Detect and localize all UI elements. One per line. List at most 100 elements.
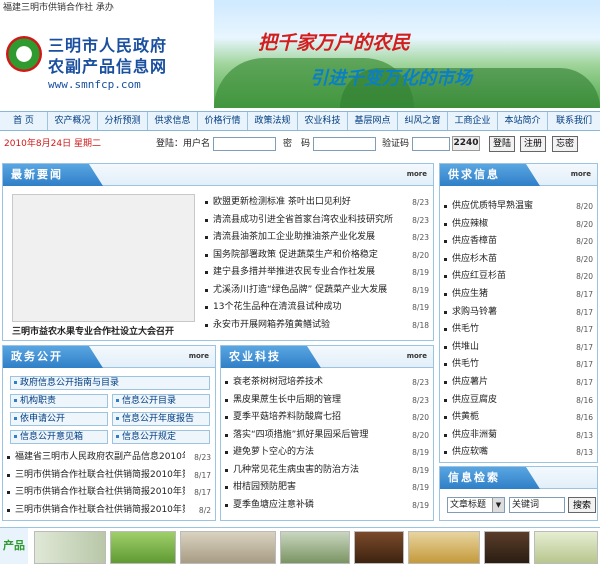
site-logo[interactable]: 三明市人民政府 农副产品信息网 www.smnfcp.com [0,16,214,108]
banner-slogan-2: 引进千变万化的市场 [310,68,472,89]
list-item[interactable]: 供应优质特早熟温蜜 8/20 [440,198,597,216]
news-panel: 最新要闻 more 三明市益农水果专业合作社设立大会召开 欧盟更新检测标准 茶叶… [2,163,434,341]
list-item[interactable]: 供堆山 8/17 [440,339,597,357]
nav-ethics[interactable]: 纠风之窗 [398,112,448,130]
search-button[interactable]: 搜索 [568,497,596,513]
product-thumb[interactable] [280,531,350,564]
current-date: 2010年8月24日 星期二 [4,139,101,149]
nav-policy[interactable]: 政策法规 [248,112,298,130]
nav-enterprise[interactable]: 工商企业 [448,112,498,130]
list-item[interactable]: 夏季鱼塘应注意补磷 8/19 [221,497,433,515]
list-item[interactable]: 供应杉木苗 8/20 [440,251,597,269]
product-thumb[interactable] [110,531,176,564]
search-field-select[interactable]: 文章标题 ▼ [447,497,505,513]
product-thumb[interactable] [354,531,404,564]
nav-analysis[interactable]: 分析预测 [98,112,148,130]
product-thumb[interactable] [180,531,276,564]
logo-emblem-icon [6,36,42,72]
list-item[interactable]: 供应红豆杉苗 8/20 [440,268,597,286]
captcha-image: 2240 [452,136,480,151]
list-item[interactable]: 供应豆腐皮 8/16 [440,392,597,410]
list-item[interactable]: 尤溪汤川打造“绿色品牌” 促蔬菜产业大发展 8/19 [201,282,433,300]
list-item[interactable]: 供黄栀 8/16 [440,409,597,427]
captcha-label: 验证码 [382,139,410,149]
host-text: 福建三明市供销合作社 承办 [3,3,114,13]
gov-duties-button[interactable]: 机构职责 [10,394,108,408]
chevron-down-icon: ▼ [492,498,504,512]
list-item[interactable]: 三明市供销合作社联合社供销简报2010年第... 8/17 [3,467,215,485]
list-item[interactable]: 柑桔园预防肥害 8/19 [221,479,433,497]
news-photo[interactable] [12,194,195,322]
gov-guide-button[interactable]: 政府信息公开指南与目录 [10,376,210,390]
nav-prices[interactable]: 价格行情 [198,112,248,130]
search-title: 信息检索 [440,467,540,489]
gov-more-link[interactable]: more [189,352,209,360]
list-item[interactable]: 供毛竹 8/17 [440,356,597,374]
supply-more-link[interactable]: more [571,170,591,178]
list-item[interactable]: 黑皮果蔗生长中后期的管理 8/23 [221,392,433,410]
logo-title-line2: 农副产品信息网 [48,57,168,76]
list-item[interactable]: 清流县成功引进全省首家台湾农业科技研究所 8/23 [201,212,433,230]
gov-title: 政务公开 [3,346,103,368]
list-item[interactable]: 永安市开展网箱养殖黄鳝试验 8/18 [201,317,433,335]
gov-rules-button[interactable]: 信息公开规定 [112,430,210,444]
product-thumb[interactable] [34,531,106,564]
nav-contact[interactable]: 联系我们 [548,112,600,130]
header-banner: 把千家万户的农民 引进千变万化的市场 [214,0,600,108]
news-photo-caption[interactable]: 三明市益农水果专业合作社设立大会召开 [12,324,196,337]
forgot-password-button[interactable]: 忘密 [552,136,578,152]
gov-report-button[interactable]: 信息公开年度报告 [112,412,210,426]
list-item[interactable]: 供应辣椒 8/20 [440,216,597,234]
register-button[interactable]: 注册 [520,136,546,152]
list-item[interactable]: 13个花生品种在清流县试种成功 8/19 [201,299,433,317]
list-item[interactable]: 福建省三明市人民政府农副产品信息2010年8月8/23 [3,449,215,467]
list-item[interactable]: 国务院部署政策 促进蔬菜生产和价格稳定 8/20 [201,247,433,265]
list-item[interactable]: 供应软嘴 8/13 [440,444,597,462]
supply-title: 供求信息 [440,164,540,186]
nav-tech[interactable]: 农业科技 [298,112,348,130]
product-strip: 产品 [0,527,600,564]
list-item[interactable]: 供应非洲菊 8/13 [440,427,597,445]
list-item[interactable]: 欧盟更新检测标准 茶叶出口见利好 8/23 [201,194,433,212]
list-item[interactable]: 夏季平菇培养料防酸腐七招 8/20 [221,409,433,427]
search-input[interactable]: 关键词 [509,497,565,513]
list-item[interactable]: 三明市供销合作社联合社供销简报2010年第... 8/2 [3,502,215,520]
list-item[interactable]: 三明市供销合作社联合社供销简报2010年第... 8/17 [3,484,215,502]
tech-more-link[interactable]: more [407,352,427,360]
login-button[interactable]: 登陆 [489,136,515,152]
gov-catalog-button[interactable]: 信息公开目录 [112,394,210,408]
username-input[interactable] [213,137,276,151]
gov-feedback-button[interactable]: 信息公开意见箱 [10,430,108,444]
logo-url: www.smnfcp.com [48,78,141,91]
list-item[interactable]: 求购马铃薯 8/17 [440,304,597,322]
list-item[interactable]: 供应薯片 8/17 [440,374,597,392]
gov-list: 福建省三明市人民政府农副产品信息2010年8月8/23 三明市供销合作社联合社供… [3,449,215,519]
nav-about[interactable]: 本站简介 [498,112,548,130]
list-item[interactable]: 几种常见花生病虫害的防治方法 8/19 [221,462,433,480]
search-panel: 信息检索 文章标题 ▼ 关键词 搜索 [439,466,598,521]
list-item[interactable]: 建宁县多措并举推进农民专业合作社发展 8/19 [201,264,433,282]
list-item[interactable]: 落实“四项措施”抓好果园采后管理 8/20 [221,427,433,445]
list-item[interactable]: 清流县油茶加工企业助推油茶产业化发展 8/23 [201,229,433,247]
list-item[interactable]: 衰老茶树树冠培养技术 8/23 [221,374,433,392]
nav-supply[interactable]: 供求信息 [148,112,198,130]
product-thumb[interactable] [408,531,480,564]
news-title: 最新要闻 [3,164,103,186]
gov-request-button[interactable]: 依申请公开 [10,412,108,426]
supply-panel: 供求信息 more 供应优质特早熟温蜜 8/20 供应辣椒 8/20 供应香樟苗 8/… [439,163,598,463]
product-thumb[interactable] [534,531,598,564]
captcha-input[interactable] [412,137,450,151]
username-label: 登陆：用户名 [156,139,211,149]
list-item[interactable]: 供毛竹 8/17 [440,321,597,339]
nav-outlets[interactable]: 基层网点 [348,112,398,130]
password-input[interactable] [313,137,376,151]
news-more-link[interactable]: more [407,170,427,178]
nav-overview[interactable]: 农产概况 [48,112,98,130]
list-item[interactable]: 供应生猪 8/17 [440,286,597,304]
list-item[interactable]: 避免萝卜空心的方法 8/19 [221,444,433,462]
nav-home[interactable]: 首 页 [0,112,48,130]
product-thumb[interactable] [484,531,530,564]
tech-title: 农业科技 [221,346,321,368]
password-label: 密 码 [283,139,311,149]
list-item[interactable]: 供应香樟苗 8/20 [440,233,597,251]
